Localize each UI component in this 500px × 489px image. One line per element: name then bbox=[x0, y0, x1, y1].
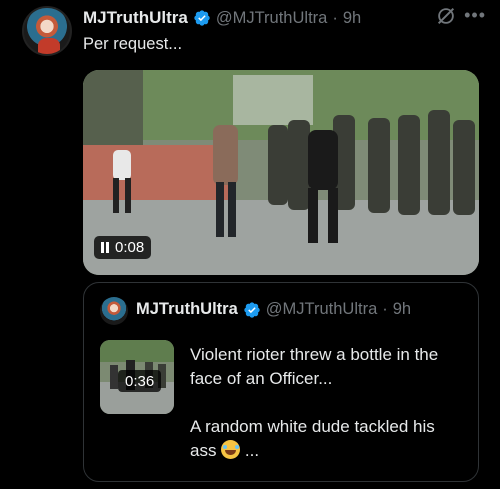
quoted-author-avatar[interactable] bbox=[100, 297, 128, 325]
grok-icon[interactable] bbox=[435, 5, 457, 27]
quoted-author-display-name[interactable]: MJTruthUltra bbox=[136, 300, 238, 319]
pause-icon[interactable] bbox=[101, 242, 109, 253]
quoted-video-duration: 0:36 bbox=[118, 370, 162, 392]
quoted-tweet-header: MJTruthUltra @MJTruthUltra · 9h bbox=[136, 300, 411, 319]
author-avatar[interactable] bbox=[22, 6, 72, 56]
quoted-tweet[interactable]: MJTruthUltra @MJTruthUltra · 9h 0:36 Vio… bbox=[83, 282, 479, 482]
separator-dot: · bbox=[332, 8, 338, 27]
tweet-timestamp[interactable]: 9h bbox=[343, 9, 361, 28]
separator-dot: · bbox=[382, 300, 388, 318]
author-handle[interactable]: @MJTruthUltra bbox=[216, 9, 327, 28]
verified-badge-icon bbox=[194, 10, 210, 26]
quoted-author-handle[interactable]: @MJTruthUltra bbox=[266, 300, 377, 319]
more-dots-icon[interactable]: ••• bbox=[464, 6, 486, 24]
verified-badge-icon bbox=[244, 301, 260, 318]
quoted-text-line2-wrap: A random white dude tackled his ass ... bbox=[190, 415, 465, 463]
tweet-text: Per request... bbox=[83, 35, 183, 53]
video-duration: 0:08 bbox=[94, 236, 152, 259]
video-duration-text: 0:08 bbox=[115, 239, 145, 256]
quoted-video-thumbnail[interactable]: 0:36 bbox=[100, 340, 174, 414]
author-display-name[interactable]: MJTruthUltra bbox=[83, 8, 188, 28]
tweet-header: MJTruthUltra @MJTruthUltra · 9h bbox=[83, 7, 490, 29]
quoted-text-line2-end: ... bbox=[240, 441, 260, 460]
video-player[interactable]: 0:08 bbox=[83, 70, 479, 275]
quoted-tweet-timestamp[interactable]: 9h bbox=[393, 300, 411, 319]
rolling-on-floor-laughing-emoji bbox=[221, 440, 241, 459]
quoted-tweet-text: Violent rioter threw a bottle in the fac… bbox=[190, 343, 465, 463]
quoted-text-line1: Violent rioter threw a bottle in the fac… bbox=[190, 345, 439, 388]
